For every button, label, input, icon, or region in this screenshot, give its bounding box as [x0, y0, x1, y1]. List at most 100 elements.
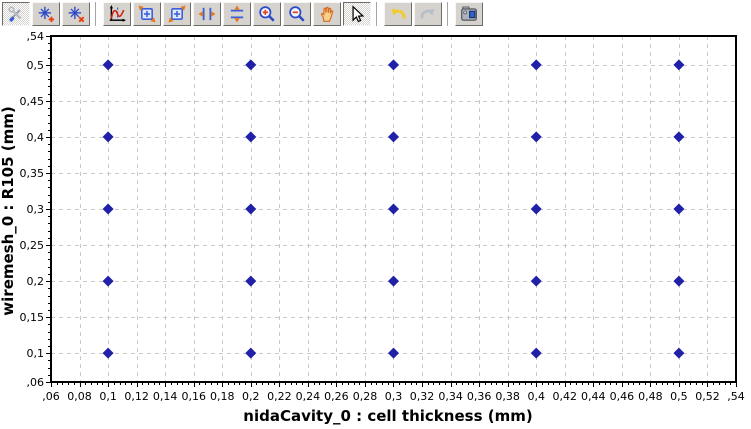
data-point[interactable]	[388, 59, 399, 71]
zoom-in-button[interactable]	[253, 2, 281, 26]
redo-button[interactable]	[414, 2, 442, 26]
zoom-out-button[interactable]	[283, 2, 311, 26]
pointer-icon	[348, 5, 366, 23]
data-point[interactable]	[388, 131, 399, 143]
zoom-in-icon	[258, 5, 276, 23]
data-point[interactable]	[673, 131, 685, 143]
expand-horizontal-icon	[198, 5, 216, 23]
data-point[interactable]	[388, 347, 399, 359]
zoom-out-icon	[288, 5, 306, 23]
data-point[interactable]	[245, 59, 257, 71]
data-point[interactable]	[530, 59, 542, 71]
redo-icon	[419, 5, 437, 23]
data-point[interactable]	[530, 275, 542, 287]
hand-icon	[318, 5, 336, 23]
x-tick-label: 0,18	[210, 390, 235, 403]
undo-icon	[389, 5, 407, 23]
axes-rescale-icon	[108, 5, 126, 23]
x-tick-label: 0,44	[581, 390, 606, 403]
undo-button[interactable]	[384, 2, 412, 26]
toolbar-separator	[376, 2, 380, 26]
toolbar	[0, 0, 751, 28]
select-pointer-button[interactable]	[343, 2, 371, 26]
x-tick-label: 0,28	[353, 390, 378, 403]
x-tick-label: 0,4	[527, 390, 545, 403]
x-tick-label: 0,34	[438, 390, 463, 403]
zoom-box-in-icon	[168, 5, 186, 23]
data-point[interactable]	[102, 347, 114, 359]
add-datapoint-button[interactable]	[32, 2, 60, 26]
data-point[interactable]	[673, 203, 685, 215]
autoscale-axes-button[interactable]	[103, 2, 131, 26]
snapshot-button[interactable]	[455, 2, 483, 26]
x-tick-label: 0,14	[153, 390, 178, 403]
data-point[interactable]	[245, 275, 257, 287]
expand-vertical-icon	[228, 5, 246, 23]
crosshair-x-icon	[67, 5, 85, 23]
data-point[interactable]	[388, 275, 399, 287]
y-tick-label: 0,25	[20, 239, 45, 252]
x-tick-label: 0,52	[695, 390, 720, 403]
zoom-box-button[interactable]	[133, 2, 161, 26]
zoom-window-button[interactable]	[163, 2, 191, 26]
x-tick-label: 0,42	[553, 390, 578, 403]
y-tick-label: 0,15	[20, 311, 45, 324]
y-tick-label: 0,5	[27, 59, 45, 72]
tools-icon	[7, 5, 25, 23]
data-point[interactable]	[102, 275, 114, 287]
zoom-box-out-icon	[138, 5, 156, 23]
data-point[interactable]	[245, 131, 257, 143]
data-point[interactable]	[530, 347, 542, 359]
x-tick-label: 0,26	[324, 390, 349, 403]
x-tick-label: 0,38	[495, 390, 520, 403]
x-tick-label: 0,3	[385, 390, 403, 403]
x-tick-label: 0,2	[242, 390, 260, 403]
stretch-horizontal-button[interactable]	[193, 2, 221, 26]
x-tick-label: 0,12	[124, 390, 149, 403]
y-tick-label: ,06	[27, 376, 45, 389]
x-tick-label: ,06	[42, 390, 60, 403]
x-tick-label: 0,48	[638, 390, 663, 403]
y-tick-label: ,54	[27, 30, 45, 43]
remove-datapoint-button[interactable]	[62, 2, 90, 26]
camera-icon	[460, 5, 478, 23]
x-tick-label: 0,46	[610, 390, 635, 403]
x-axis-title: nidaCavity_0 : cell thickness (mm)	[243, 407, 532, 425]
x-tick-label: 0,22	[267, 390, 292, 403]
stretch-vertical-button[interactable]	[223, 2, 251, 26]
data-point[interactable]	[388, 203, 399, 215]
data-point[interactable]	[673, 59, 685, 71]
y-axis-title: wiremesh_0 : R105 (mm)	[0, 106, 17, 315]
crosshair-plus-icon	[37, 5, 55, 23]
y-tick-label: 0,4	[27, 131, 45, 144]
y-tick-label: 0,3	[27, 203, 45, 216]
data-point[interactable]	[102, 131, 114, 143]
data-point[interactable]	[245, 203, 257, 215]
scatter-plot[interactable]: ,06 0,08 0,1 0,12 0,14 0,16 0,18 0,2 0,22 0,24 0,2…	[0, 28, 751, 429]
data-point[interactable]	[673, 275, 685, 287]
x-tick-label: ,54	[727, 390, 745, 403]
data-point[interactable]	[102, 203, 114, 215]
data-point[interactable]	[673, 347, 685, 359]
data-point[interactable]	[102, 59, 114, 71]
x-tick-label: 0,1	[99, 390, 117, 403]
x-tick-label: 0,16	[181, 390, 206, 403]
y-tick-label: 0,2	[27, 275, 45, 288]
x-tick-label: 0,5	[670, 390, 688, 403]
chart-area: ,06 0,08 0,1 0,12 0,14 0,16 0,18 0,2 0,22 0,24 0,2…	[0, 28, 751, 429]
data-point[interactable]	[530, 131, 542, 143]
pan-button[interactable]	[313, 2, 341, 26]
x-tick-label: 0,08	[67, 390, 92, 403]
x-tick-label: 0,24	[296, 390, 321, 403]
data-point[interactable]	[245, 347, 257, 359]
x-tick-label: 0,32	[410, 390, 435, 403]
y-tick-label: 0,35	[20, 167, 45, 180]
x-tick-label: 0,36	[467, 390, 492, 403]
plot-window: ,06 0,08 0,1 0,12 0,14 0,16 0,18 0,2 0,22 0,24 0,2…	[0, 0, 751, 429]
data-point[interactable]	[530, 203, 542, 215]
toolbar-separator	[447, 2, 451, 26]
toolbar-separator	[95, 2, 99, 26]
plot-settings-button[interactable]	[2, 2, 30, 26]
y-tick-label: 0,45	[20, 95, 45, 108]
y-tick-label: 0,1	[27, 347, 45, 360]
